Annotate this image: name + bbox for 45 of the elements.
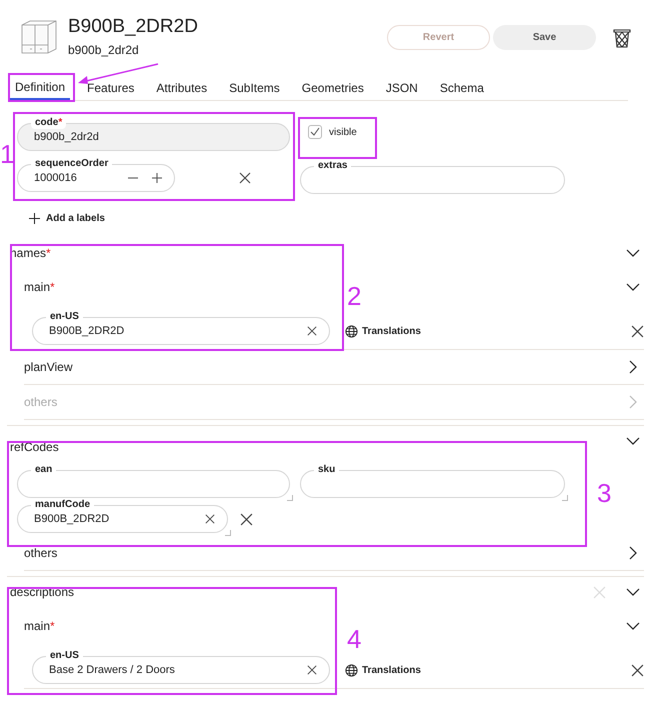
subsection-title: main* — [24, 618, 55, 635]
checkbox-label: visible — [329, 126, 357, 140]
section-title: refCodes — [9, 439, 59, 456]
clear-icon[interactable] — [307, 665, 317, 675]
item-subtitle: b900b_2dr2d — [68, 42, 140, 59]
clear-icon[interactable] — [239, 172, 251, 184]
globe-icon — [345, 324, 358, 338]
translations-button[interactable]: Translations — [345, 324, 421, 338]
annotation-number: 1 — [0, 139, 14, 169]
clear-icon[interactable] — [307, 326, 317, 336]
globe-icon — [345, 664, 358, 676]
tab[interactable]: Attributes — [151, 75, 212, 100]
tab[interactable]: JSON — [380, 75, 423, 100]
resize-handle-icon[interactable] — [225, 530, 231, 536]
resize-handle-icon[interactable] — [287, 495, 293, 501]
field-label: sequenceOrder — [31, 157, 112, 170]
resize-handle-icon[interactable] — [562, 495, 568, 501]
annotation-number: 2 — [347, 281, 362, 311]
remove-icon[interactable] — [240, 512, 253, 526]
annotation-number: 4 — [347, 624, 362, 654]
annotation-number: 3 — [597, 478, 612, 508]
trash-icon[interactable] — [613, 28, 631, 48]
section-title: descriptions — [9, 584, 74, 601]
field-label: code* — [31, 116, 66, 129]
annotation-frame — [8, 73, 75, 102]
action-button[interactable]: Save — [493, 25, 596, 50]
tab[interactable]: Features — [82, 75, 140, 100]
subsection-title: main* — [24, 279, 55, 296]
translations-button[interactable]: Translations — [345, 662, 421, 678]
checkbox[interactable] — [308, 125, 322, 139]
tab[interactable]: SubItems — [224, 75, 285, 100]
add-label-button[interactable]: Add a labels — [29, 208, 105, 228]
plus-icon[interactable] — [152, 173, 162, 183]
plus-icon — [29, 212, 40, 224]
remove-icon[interactable] — [630, 324, 644, 338]
item-title: B900B_2DR2D — [68, 16, 199, 38]
check-icon — [310, 127, 320, 137]
cabinet-picture-icon — [20, 18, 58, 56]
link-row-title[interactable]: planView — [24, 358, 72, 376]
remove-icon[interactable] — [630, 664, 644, 676]
tab[interactable]: Definition — [10, 75, 70, 100]
tab[interactable]: Geometries — [296, 75, 369, 100]
tab[interactable]: Schema — [434, 75, 489, 100]
link-row-title[interactable]: others — [24, 544, 58, 562]
clear-icon[interactable] — [205, 514, 215, 524]
